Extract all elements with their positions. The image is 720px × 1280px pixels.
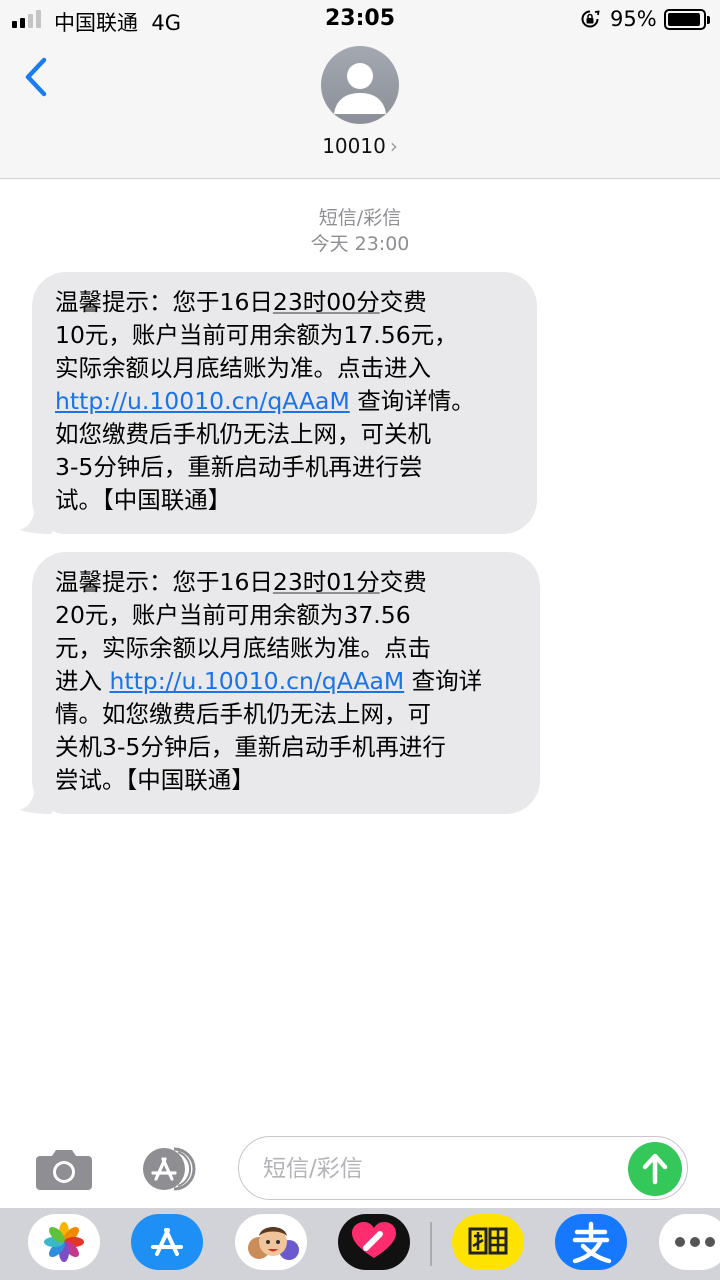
more-icon	[675, 1237, 715, 1247]
message-line: 3-5分钟后，重新启动手机再进行尝	[55, 453, 423, 481]
message-bubble[interactable]: 温馨提示：您于16日23时00分交费 10元，账户当前可用余额为17.56元， …	[20, 272, 537, 534]
message-line: 试。【中国联通】	[55, 486, 232, 514]
app-store-app-button[interactable]	[131, 1214, 203, 1270]
bubble-tail	[20, 788, 52, 814]
memoji-icon	[248, 1227, 299, 1260]
message-link[interactable]: http://u.10010.cn/qAAaM	[109, 667, 404, 695]
memoji-app-button[interactable]	[235, 1214, 307, 1270]
message-line: 温馨提示：您于16日23时01分交费	[55, 568, 427, 596]
dock-divider	[430, 1222, 432, 1266]
message-line: http://u.10010.cn/qAAaM 查询详情。	[55, 387, 475, 415]
app-drawer	[0, 1208, 720, 1280]
camera-icon	[36, 1150, 92, 1190]
message-input[interactable]	[263, 1149, 623, 1189]
compose-bar	[0, 1130, 720, 1206]
message-bubble[interactable]: 温馨提示：您于16日23时01分交费 20元，账户当前可用余额为37.56 元，…	[20, 552, 540, 814]
app-store-button[interactable]	[134, 1144, 204, 1194]
send-button[interactable]	[628, 1142, 682, 1196]
battery-fill	[668, 13, 701, 26]
contact-name-button[interactable]: 10010 ›	[0, 134, 720, 158]
message-line: 10元，账户当前可用余额为17.56元，	[55, 321, 458, 349]
message-line: 如您缴费后手机仍无法上网，可关机	[55, 420, 431, 448]
person-icon	[334, 63, 386, 114]
message-timestamp: 今天 23:00	[310, 233, 410, 255]
xianyu-app-button[interactable]	[452, 1214, 524, 1270]
xianyu-icon	[468, 1227, 508, 1255]
message-line: 关机3-5分钟后，重新启动手机再进行	[55, 733, 446, 761]
bubble-tail	[20, 508, 52, 534]
message-type-label: 短信/彩信	[318, 207, 402, 229]
chevron-right-icon: ›	[389, 134, 398, 158]
detected-date[interactable]: 23时01分	[273, 568, 380, 596]
conversation-header: 10010 ›	[0, 40, 720, 179]
message-input-field[interactable]	[238, 1136, 688, 1200]
digital-touch-icon	[352, 1222, 396, 1258]
message-link[interactable]: http://u.10010.cn/qAAaM	[55, 387, 350, 415]
orientation-lock-icon	[581, 10, 600, 28]
battery-percent: 95%	[610, 7, 657, 31]
app-store-icon	[143, 1147, 196, 1191]
battery-icon	[664, 9, 710, 30]
message-line: 温馨提示：您于16日23时00分交费	[55, 288, 427, 316]
app-store-icon	[151, 1228, 183, 1256]
contact-avatar[interactable]	[321, 46, 399, 124]
contact-name: 10010	[322, 134, 386, 158]
more-apps-button[interactable]	[659, 1214, 720, 1270]
detected-date[interactable]: 23时00分	[273, 288, 380, 316]
message-line: 元，实际余额以月底结账为准。点击	[55, 634, 431, 662]
message-line: 20元，账户当前可用余额为37.56	[55, 601, 411, 629]
alipay-icon	[572, 1221, 612, 1264]
message-line: 实际余额以月底结账为准。点击进入	[55, 354, 431, 382]
arrow-up-icon	[642, 1153, 668, 1185]
photos-app-button[interactable]	[28, 1214, 100, 1270]
chevron-left-icon	[25, 57, 47, 97]
message-line: 进入 http://u.10010.cn/qAAaM 查询详	[55, 667, 483, 695]
message-line: 尝试。【中国联通】	[55, 766, 255, 794]
back-button[interactable]	[18, 54, 58, 100]
status-bar: 中国联通 4G 23:05 95%	[0, 0, 720, 40]
camera-button[interactable]	[34, 1146, 94, 1192]
digital-touch-app-button[interactable]	[338, 1214, 410, 1270]
message-line: 情。如您缴费后手机仍无法上网，可	[55, 700, 431, 728]
photos-icon	[44, 1222, 84, 1262]
alipay-app-button[interactable]	[555, 1214, 627, 1270]
